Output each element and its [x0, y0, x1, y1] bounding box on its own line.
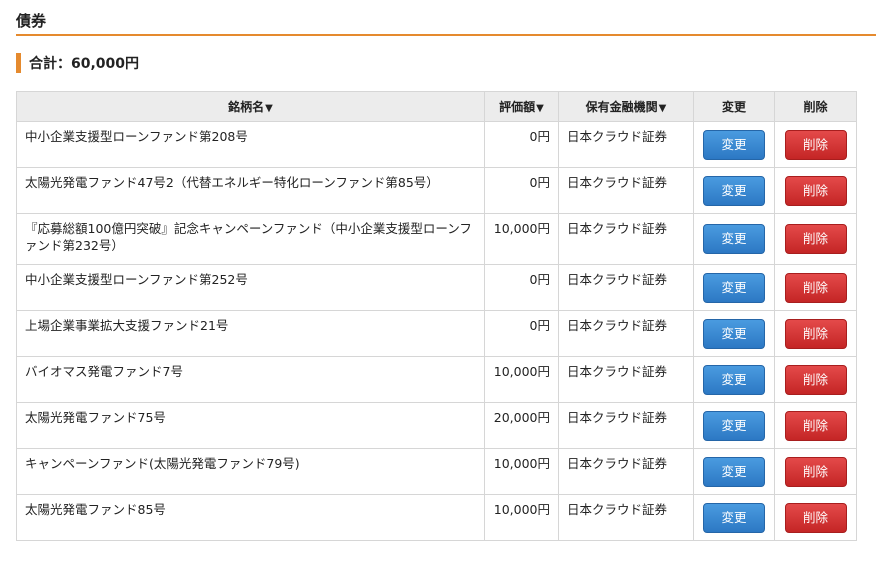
edit-cell: 変更	[693, 356, 775, 403]
edit-cell: 変更	[693, 310, 775, 357]
delete-cell: 削除	[774, 121, 857, 168]
edit-button[interactable]: 変更	[703, 272, 765, 303]
bond-institution: 日本クラウド証券	[558, 167, 694, 214]
bond-name: キャンペーンファンド(太陽光発電ファンド79号)	[16, 448, 485, 495]
sort-desc-icon: ▼	[536, 103, 544, 114]
table-row: 上場企業事業拡大支援ファンド21号 0円 日本クラウド証券 変更 削除	[16, 310, 857, 357]
column-header-delete: 削除	[774, 91, 857, 122]
delete-cell: 削除	[774, 402, 857, 449]
sort-desc-icon: ▼	[265, 103, 273, 114]
sort-desc-icon: ▼	[658, 103, 667, 114]
column-header-institution[interactable]: 保有金融機関▼	[558, 91, 694, 122]
bond-value: 10,000円	[484, 356, 559, 403]
table-row: 中小企業支援型ローンファンド第208号 0円 日本クラウド証券 変更 削除	[16, 121, 857, 168]
table-row: 太陽光発電ファンド85号 10,000円 日本クラウド証券 変更 削除	[16, 494, 857, 541]
bond-value: 0円	[484, 121, 559, 168]
bond-name: 『応募総額100億円突破』記念キャンペーンファンド（中小企業支援型ローンファンド…	[16, 213, 485, 265]
table-row: 中小企業支援型ローンファンド第252号 0円 日本クラウド証券 変更 削除	[16, 264, 857, 311]
edit-button[interactable]: 変更	[703, 410, 765, 441]
bond-table: 銘柄名▼ 評価額▼ 保有金融機関▼ 変更 削除 中小企業支援型ローンファンド第2…	[16, 91, 857, 541]
bond-institution: 日本クラウド証券	[558, 213, 694, 265]
table-row: 太陽光発電ファンド47号2（代替エネルギー特化ローンファンド第85号） 0円 日…	[16, 167, 857, 214]
delete-button[interactable]: 削除	[784, 175, 847, 206]
table-row: 太陽光発電ファンド75号 20,000円 日本クラウド証券 変更 削除	[16, 402, 857, 449]
bond-name: 中小企業支援型ローンファンド第208号	[16, 121, 485, 168]
edit-button[interactable]: 変更	[703, 456, 765, 487]
bond-institution: 日本クラウド証券	[558, 264, 694, 311]
total-summary: 合計：60,000円	[16, 53, 139, 73]
table-row: 『応募総額100億円突破』記念キャンペーンファンド（中小企業支援型ローンファンド…	[16, 213, 857, 265]
bond-name: 太陽光発電ファンド85号	[16, 494, 485, 541]
section-divider	[16, 34, 876, 36]
bond-value: 0円	[484, 264, 559, 311]
bond-institution: 日本クラウド証券	[558, 356, 694, 403]
section-title: 債券	[16, 12, 47, 30]
column-header-name[interactable]: 銘柄名▼	[16, 91, 485, 122]
edit-cell: 変更	[693, 167, 775, 214]
delete-cell: 削除	[774, 494, 857, 541]
bond-name: 中小企業支援型ローンファンド第252号	[16, 264, 485, 311]
bond-name: バイオマス発電ファンド7号	[16, 356, 485, 403]
delete-button[interactable]: 削除	[784, 272, 847, 303]
delete-cell: 削除	[774, 167, 857, 214]
edit-cell: 変更	[693, 494, 775, 541]
delete-cell: 削除	[774, 448, 857, 495]
edit-button[interactable]: 変更	[703, 318, 765, 349]
bond-name: 太陽光発電ファンド75号	[16, 402, 485, 449]
delete-cell: 削除	[774, 213, 857, 265]
delete-button[interactable]: 削除	[784, 456, 847, 487]
delete-button[interactable]: 削除	[784, 224, 847, 254]
total-label: 合計：60,000円	[29, 56, 140, 72]
bond-name: 太陽光発電ファンド47号2（代替エネルギー特化ローンファンド第85号）	[16, 167, 485, 214]
bond-value: 10,000円	[484, 213, 559, 265]
bond-institution: 日本クラウド証券	[558, 310, 694, 357]
delete-button[interactable]: 削除	[784, 502, 847, 533]
delete-cell: 削除	[774, 264, 857, 311]
delete-cell: 削除	[774, 356, 857, 403]
column-header-value[interactable]: 評価額▼	[484, 91, 559, 122]
delete-cell: 削除	[774, 310, 857, 357]
edit-button[interactable]: 変更	[703, 129, 765, 160]
bond-institution: 日本クラウド証券	[558, 121, 694, 168]
edit-button[interactable]: 変更	[703, 502, 765, 533]
edit-button[interactable]: 変更	[703, 364, 765, 395]
table-row: キャンペーンファンド(太陽光発電ファンド79号) 10,000円 日本クラウド証…	[16, 448, 857, 495]
bond-institution: 日本クラウド証券	[558, 448, 694, 495]
edit-cell: 変更	[693, 402, 775, 449]
delete-button[interactable]: 削除	[784, 364, 847, 395]
bond-institution: 日本クラウド証券	[558, 402, 694, 449]
edit-cell: 変更	[693, 448, 775, 495]
bond-value: 10,000円	[484, 448, 559, 495]
edit-cell: 変更	[693, 264, 775, 311]
edit-cell: 変更	[693, 121, 775, 168]
edit-cell: 変更	[693, 213, 775, 265]
bond-value: 0円	[484, 167, 559, 214]
edit-button[interactable]: 変更	[703, 175, 765, 206]
total-accent-bar	[16, 53, 21, 73]
column-header-edit: 変更	[693, 91, 775, 122]
bond-value: 0円	[484, 310, 559, 357]
table-header-row: 銘柄名▼ 評価額▼ 保有金融機関▼ 変更 削除	[16, 91, 857, 122]
bond-value: 10,000円	[484, 494, 559, 541]
delete-button[interactable]: 削除	[784, 129, 847, 160]
bond-institution: 日本クラウド証券	[558, 494, 694, 541]
bond-value: 20,000円	[484, 402, 559, 449]
bond-name: 上場企業事業拡大支援ファンド21号	[16, 310, 485, 357]
table-row: バイオマス発電ファンド7号 10,000円 日本クラウド証券 変更 削除	[16, 356, 857, 403]
delete-button[interactable]: 削除	[784, 410, 847, 441]
edit-button[interactable]: 変更	[703, 224, 765, 254]
delete-button[interactable]: 削除	[784, 318, 847, 349]
